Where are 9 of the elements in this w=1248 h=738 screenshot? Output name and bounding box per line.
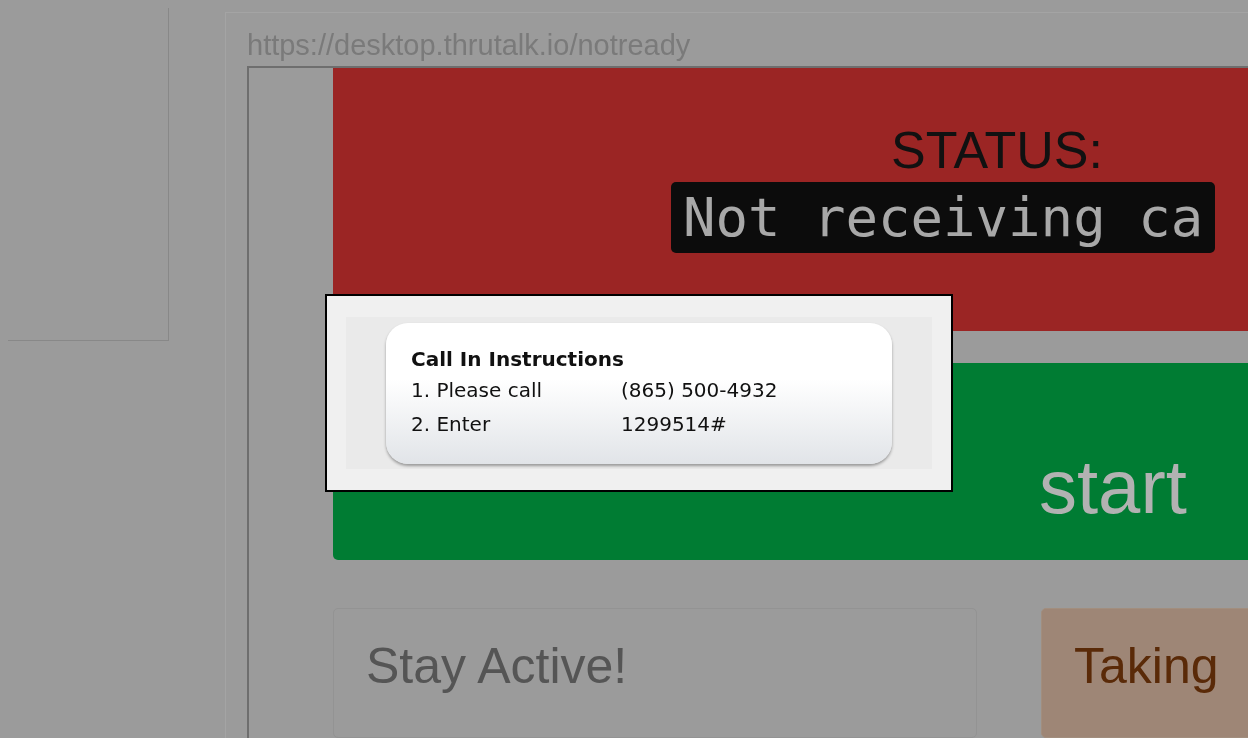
activity-card: Stay Active!	[333, 608, 977, 738]
status-label: STATUS:	[891, 120, 1103, 180]
step-label: 1. Please call	[411, 377, 544, 404]
status-value: Not receiving ca	[671, 182, 1216, 253]
instructions-title: Call In Instructions	[411, 346, 625, 373]
step-label: 2. Enter	[411, 411, 492, 438]
step-value: 1299514#	[621, 411, 728, 438]
step-value: (865) 500-4932	[621, 377, 779, 404]
break-card: Taking	[1041, 608, 1248, 738]
